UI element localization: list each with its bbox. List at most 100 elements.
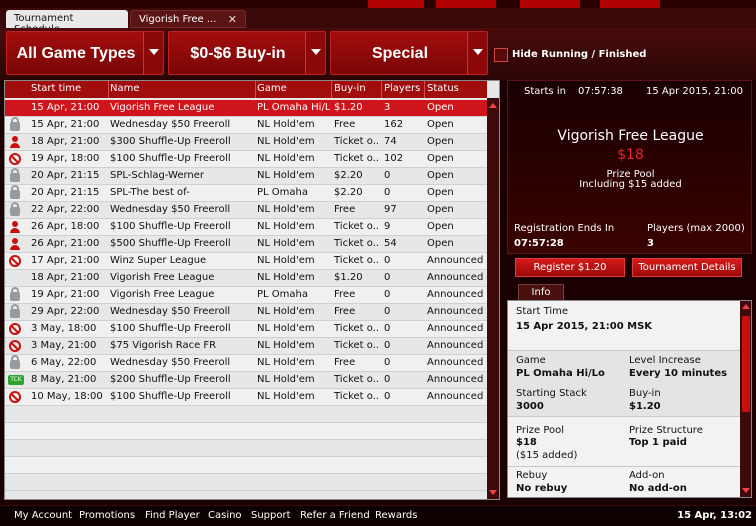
top-stripe-segment [600,0,660,8]
cell-name: SPL-Schlag-Werner [110,170,205,181]
table-row[interactable]: 29 Apr, 22:00 Wednesday $50 Freeroll NL Ho… [5,304,487,321]
tournament-table: Start time Name Game Buy-in Players Stat… [4,80,500,500]
column-header-status[interactable]: Status [427,83,459,94]
cell-players: 9 [384,221,391,232]
column-header-name[interactable]: Name [110,83,140,94]
buy-in-dropdown[interactable]: $0-$6 Buy-in [168,31,326,75]
cell-game: NL Hold'em [257,136,315,147]
footer-link-find-player[interactable]: Find Player [145,510,200,521]
cell-start-time: 19 Apr, 18:00 [31,153,100,164]
table-row[interactable]: 15 Apr, 21:00 Wednesday $50 Freeroll NL Ho… [5,117,487,134]
footer-link-my-account[interactable]: My Account [14,510,72,521]
table-scrollbar[interactable] [487,98,499,499]
column-header-buy-in[interactable]: Buy-in [334,83,366,94]
cell-start-time: 8 May, 21:00 [31,374,97,385]
cell-start-time: 18 Apr, 21:00 [31,272,100,283]
cell-buy-in: $2.20 [334,187,363,198]
table-row[interactable]: 18 Apr, 21:00 $300 Shuffle-Up Freeroll NL … [5,134,487,151]
chevron-down-icon[interactable] [143,32,163,74]
table-row[interactable]: 17 Apr, 21:00 Winz Super League NL Hold'em… [5,253,487,270]
cell-start-time: 6 May, 22:00 [31,357,97,368]
hide-running-label: Hide Running / Finished [512,49,647,60]
starts-in-countdown: 07:57:38 [578,86,623,97]
game-value: PL Omaha Hi/Lo [516,368,605,379]
footer-link-promotions[interactable]: Promotions [79,510,135,521]
ticket-icon: TCK [8,375,24,385]
table-row[interactable]: 15 Apr, 21:00 Vigorish Free League PL Omah… [5,100,487,117]
chevron-down-icon[interactable] [305,32,325,74]
table-row[interactable]: 3 May, 21:00 $75 Vigorish Race FR NL Hold'… [5,338,487,355]
lock-icon [10,168,20,182]
table-row[interactable]: 10 May, 18:00 $100 Shuffle-Up Freeroll NL … [5,389,487,406]
cell-start-time: 26 Apr, 21:00 [31,238,100,249]
cell-buy-in: Ticket o... [334,238,380,249]
tab-info[interactable]: Info [518,284,564,301]
cell-game: NL Hold'em [257,119,315,130]
cell-players: 0 [384,374,391,385]
cell-players: 74 [384,136,397,147]
table-row[interactable]: 20 Apr, 21:15 SPL-The best of- PL Omaha $2.… [5,185,487,202]
cell-name: $500 Shuffle-Up Freeroll [110,238,231,249]
registration-ends-value: 07:57:28 [514,238,564,249]
column-header-start-time[interactable]: Start time [31,83,81,94]
chevron-down-icon[interactable] [467,32,487,74]
ban-icon [9,153,21,165]
scrollbar-thumb[interactable] [742,316,750,412]
column-header-players[interactable]: Players [384,83,420,94]
footer-link-rewards[interactable]: Rewards [375,510,417,521]
tournament-details-button[interactable]: Tournament Details [632,258,742,277]
table-row[interactable]: 26 Apr, 18:00 $100 Shuffle-Up Freeroll NL … [5,219,487,236]
table-row[interactable]: 19 Apr, 18:00 $100 Shuffle-Up Freeroll NL … [5,151,487,168]
lock-icon [10,117,20,131]
hide-running-checkbox[interactable] [494,48,508,62]
special-dropdown[interactable]: Special [330,31,488,75]
players-label: Players (max 2000) [647,223,745,234]
table-row[interactable]: 26 Apr, 21:00 $500 Shuffle-Up Freeroll NL … [5,236,487,253]
table-row[interactable]: 22 Apr, 22:00 Wednesday $50 Freeroll NL Ho… [5,202,487,219]
scroll-up-icon[interactable] [742,304,750,309]
cell-name: Vigorish Free League [110,289,215,300]
cell-buy-in: Ticket o... [334,136,380,147]
cell-status: Open [427,102,454,113]
scroll-down-icon[interactable] [489,490,497,495]
game-types-dropdown[interactable]: All Game Types [6,31,164,75]
prize-pool-label: Prize Pool [516,425,565,436]
tournament-name: Vigorish Free League [557,128,704,144]
prize-structure-value: Top 1 paid [629,437,687,448]
info-prize-block: Prize Pool $18 ($15 added) Prize Structu… [508,417,740,467]
table-row[interactable]: 18 Apr, 21:00 Vigorish Free League NL Hold… [5,270,487,287]
cell-start-time: 15 Apr, 21:00 [31,119,100,130]
cell-name: $200 Shuffle-Up Freeroll [110,374,231,385]
cell-start-time: 3 May, 21:00 [31,340,97,351]
register-button[interactable]: Register $1.20 [515,258,625,277]
tab-tournament-schedule[interactable]: Tournament Schedule [6,10,128,35]
cell-status: Open [427,153,454,164]
close-icon[interactable]: ✕ [228,13,237,26]
tab-label: Vigorish Free ... [139,14,217,25]
cell-start-time: 20 Apr, 21:15 [31,187,100,198]
cell-game: PL Omaha Hi/Lo [257,102,330,113]
lock-icon [10,287,20,301]
info-game-block: Game PL Omaha Hi/Lo Level Increase Every… [508,351,740,417]
info-scrollbar[interactable] [740,301,751,497]
scroll-down-icon[interactable] [742,488,750,493]
table-row[interactable]: 19 Apr, 21:00 Vigorish Free League PL Omah… [5,287,487,304]
table-row[interactable]: TCK 8 May, 21:00 $200 Shuffle-Up Freeroll N… [5,372,487,389]
scroll-up-icon[interactable] [489,103,497,108]
column-header-game[interactable]: Game [257,83,287,94]
cell-game: NL Hold'em [257,255,315,266]
table-row[interactable]: 3 May, 18:00 $100 Shuffle-Up Freeroll NL H… [5,321,487,338]
cell-status: Announced [427,374,484,385]
cell-name: $100 Shuffle-Up Freeroll [110,153,231,164]
footer-link-refer-a-friend[interactable]: Refer a Friend [300,510,370,521]
cell-players: 97 [384,204,397,215]
footer-link-casino[interactable]: Casino [208,510,242,521]
tab-vigorish-free[interactable]: Vigorish Free ... ✕ [130,10,246,28]
cell-status: Announced [427,289,484,300]
footer-link-support[interactable]: Support [251,510,291,521]
cell-buy-in: Free [334,289,356,300]
table-row[interactable]: 6 May, 22:00 Wednesday $50 Freeroll NL Hol… [5,355,487,372]
ban-icon [9,323,21,335]
dropdown-value: Special [371,45,429,62]
table-row[interactable]: 20 Apr, 21:15 SPL-Schlag-Werner NL Hold'em… [5,168,487,185]
